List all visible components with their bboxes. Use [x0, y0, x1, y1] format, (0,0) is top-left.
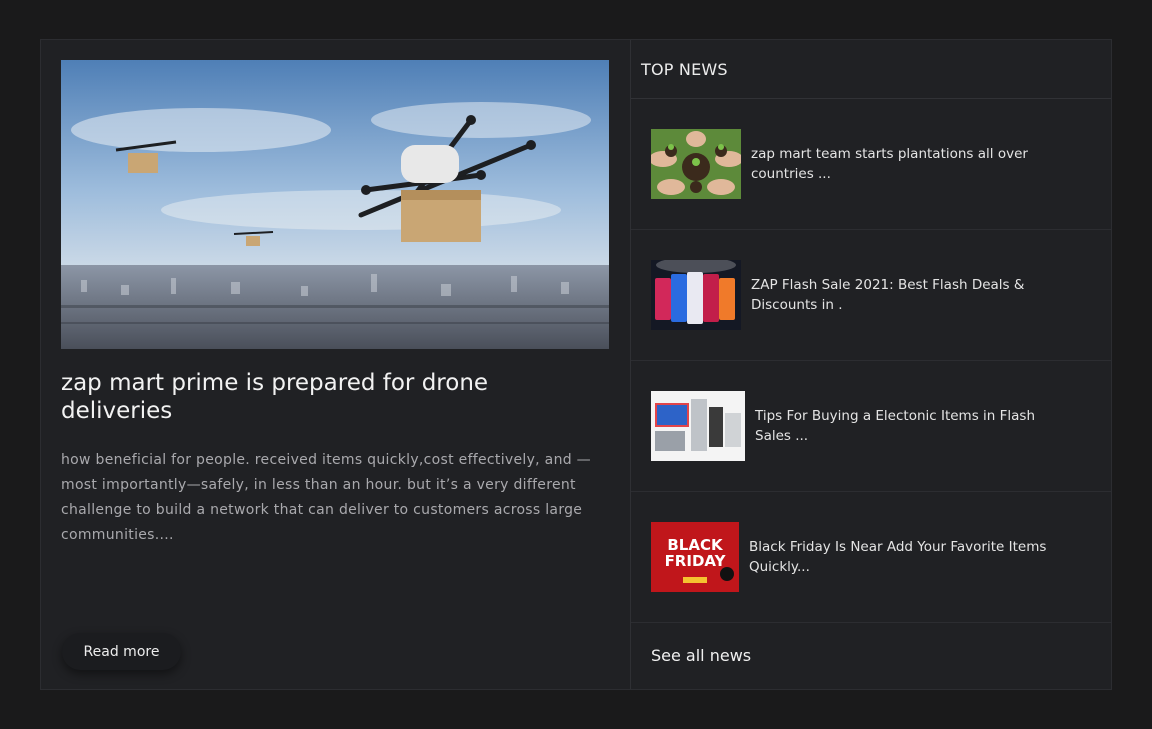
featured-image[interactable] — [61, 60, 609, 349]
news-item-title[interactable]: Black Friday Is Near Add Your Favorite I… — [749, 537, 1067, 577]
news-item-title[interactable]: Tips For Buying a Electonic Items in Fla… — [755, 406, 1073, 446]
news-item[interactable]: zap mart team starts plantations all ove… — [631, 99, 1111, 230]
news-item-title[interactable]: zap mart team starts plantations all ove… — [751, 144, 1069, 184]
news-item[interactable]: BLACK FRIDAY Black Friday Is Near Add Yo… — [631, 492, 1111, 623]
featured-title[interactable]: zap mart prime is prepared for drone del… — [61, 369, 581, 425]
read-more-button[interactable]: Read more — [62, 633, 181, 670]
news-item[interactable]: Tips For Buying a Electonic Items in Fla… — [631, 361, 1111, 492]
news-card: zap mart prime is prepared for drone del… — [40, 39, 1112, 690]
plant-hands-thumbnail — [651, 129, 741, 199]
news-item-title[interactable]: ZAP Flash Sale 2021: Best Flash Deals & … — [751, 275, 1069, 315]
smartphones-thumbnail — [651, 260, 741, 330]
see-all-news-link[interactable]: See all news — [631, 623, 1111, 688]
featured-article: zap mart prime is prepared for drone del… — [41, 40, 631, 689]
top-news-sidebar: TOP NEWS zap mart team starts plantation… — [631, 40, 1111, 689]
black-friday-thumb-line2: FRIDAY — [665, 552, 727, 570]
featured-excerpt: how beneficial for people. received item… — [61, 452, 591, 543]
news-item[interactable]: ZAP Flash Sale 2021: Best Flash Deals & … — [631, 230, 1111, 361]
top-news-heading: TOP NEWS — [631, 40, 1111, 99]
black-friday-thumbnail: BLACK FRIDAY — [651, 522, 739, 592]
electronics-thumbnail — [651, 391, 745, 461]
